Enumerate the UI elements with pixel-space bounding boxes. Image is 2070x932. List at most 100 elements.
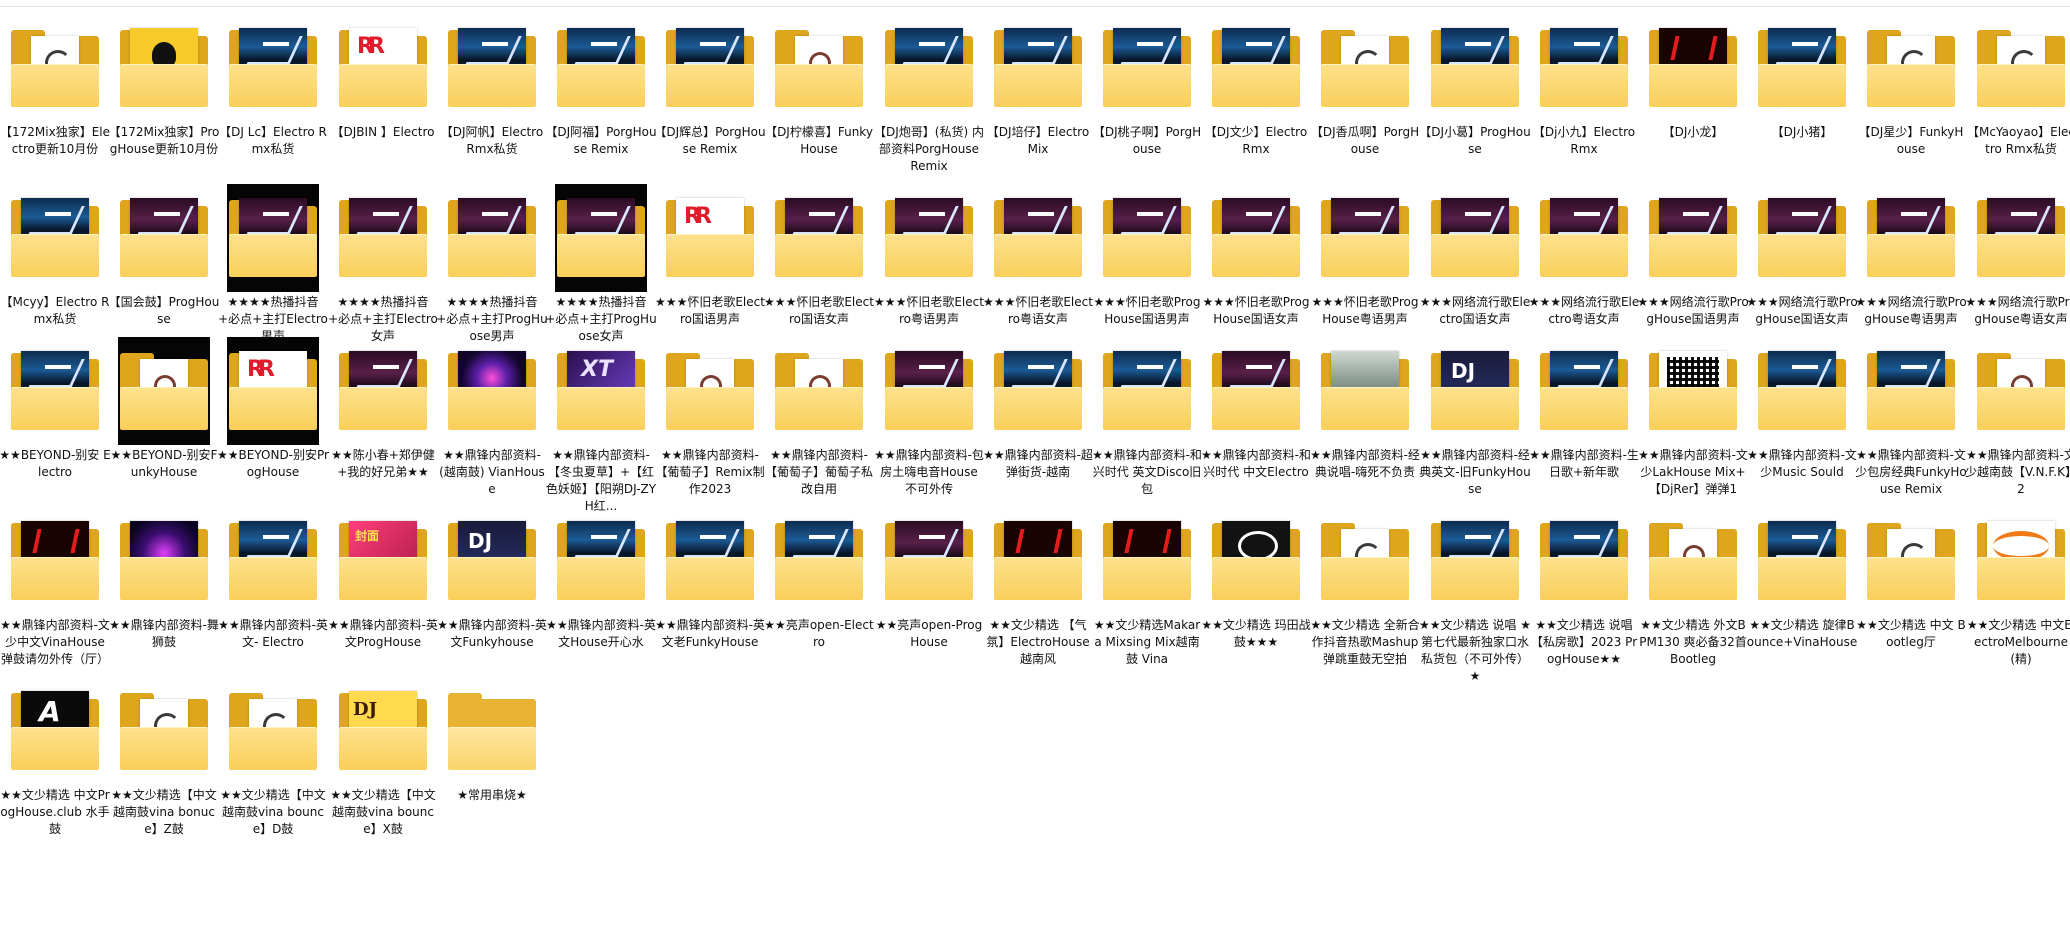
folder-item[interactable]: DJ ★★文少精选【中文越南鼓vina bounce】X鼓 (329, 677, 437, 838)
folder-item[interactable]: ★★鼎锋内部资料-生日歌+新年歌 (1529, 337, 1639, 481)
folder-item[interactable]: DJ ★★鼎锋内部资料-经典英文-旧FunkyHouse (1419, 337, 1531, 498)
folder-item[interactable]: 【DJ阿帆】Electro Rmx私货 (438, 14, 546, 158)
folder-item[interactable]: ★★文少精选 旋律Bounce+VinaHouse (1747, 507, 1857, 651)
folder-item[interactable]: ★★★网络流行歌ProgHouse国语女声 (1746, 184, 1858, 328)
folder-item[interactable]: 【172Mix独家】ProgHouse更新10月份 (109, 14, 219, 158)
folder-item[interactable]: RR 【DJBIN 】Electro (329, 14, 437, 141)
folder-item[interactable]: 封面 ★★鼎锋内部资料-英文ProgHouse (328, 507, 438, 651)
folder-item[interactable]: A ★★文少精选 中文ProgHouse.club 水手鼓 (0, 677, 110, 838)
folder-item[interactable]: ★★文少精选【中文越南鼓vina bonuce】Z鼓 (110, 677, 218, 838)
folder-item[interactable]: 【DJ辉总】PorgHouse Remix (654, 14, 766, 158)
folder-item[interactable]: 【Dj小九】Electro Rmx (1530, 14, 1638, 158)
folder-item[interactable]: ★★★怀旧老歌Electro粤语女声 (983, 184, 1093, 328)
folder-item[interactable]: ★★★怀旧老歌ProgHouse国语男声 (1093, 184, 1201, 328)
folder-item[interactable]: 【DJ阿福】PorgHouse Remix (545, 14, 657, 158)
folder-name: ★★★网络流行歌ProgHouse国语女声 (1746, 295, 1858, 326)
folder-item[interactable]: ★★文少精选 外文BPM130 爽必备32首 Bootleg (1639, 507, 1747, 668)
folder-item[interactable]: 【DJ炮哥】(私货) 内部资料PorgHouse Remix (874, 14, 984, 175)
folder-item[interactable]: ★★鼎锋内部资料-和兴时代 中文Electro (1201, 337, 1311, 481)
folder-item[interactable]: ★★鼎锋内部资料-英文老FunkyHouse (655, 507, 765, 651)
folder-item[interactable]: ★★★怀旧老歌ProgHouse粤语男声 (1311, 184, 1419, 328)
folder-item[interactable]: ★★陈小春+郑伊健+我的好兄弟★★ (329, 337, 437, 481)
folder-item[interactable]: ★★★★热播抖音+必点+主打Electro男声 (218, 184, 328, 345)
folder-item[interactable]: 【DJ小龙】 (1639, 14, 1747, 141)
folder-item[interactable]: ★★亮声open-Electro (764, 507, 874, 651)
folder-item[interactable]: ★★鼎锋内部资料-包房土嗨电音House 不可外传 (874, 337, 984, 498)
folder-item[interactable]: 【国会鼓】ProgHouse (108, 184, 220, 328)
folder-name: ★★亮声open-Electro (764, 618, 874, 649)
folder-icon (219, 14, 327, 122)
folder-name: ★★BEYOND-别安 Electro (0, 448, 111, 479)
folder-item[interactable]: ★★鼎锋内部资料-(越南鼓) VianHouse (438, 337, 546, 498)
folder-item[interactable]: ★★鼎锋内部资料-文少包房经典FunkyHouse Remix (1855, 337, 1967, 498)
folder-name: ★★文少精选【中文越南鼓vina bounce】D鼓 (220, 788, 326, 836)
folder-icon: A (11, 689, 99, 770)
folder-item[interactable]: ★★鼎锋内部资料-文少越南鼓【V.N.F.K】2 (1965, 337, 2070, 498)
folder-item[interactable]: ★★文少精选【中文越南鼓vina bounce】D鼓 (219, 677, 327, 838)
folder-icon (1, 337, 109, 445)
folder-item[interactable]: 【172Mix独家】Electro更新10月份 (0, 14, 110, 158)
folder-item[interactable]: ★★★怀旧老歌Electro粤语男声 (874, 184, 984, 328)
folder-item[interactable]: RR ★★★怀旧老歌Electro国语男声 (655, 184, 765, 328)
folder-item[interactable]: ★★鼎锋内部资料-英文House开心水 (546, 507, 656, 651)
folder-item[interactable]: ★★鼎锋内部资料-经典说唱-嗨死不负责 (1310, 337, 1420, 481)
folder-item[interactable]: ★★鼎锋内部资料-舞狮鼓 (109, 507, 219, 651)
folder-item[interactable]: ★★文少精选 中文ElectroMelbourne(精) (1967, 507, 2070, 668)
folder-item[interactable]: ★★BEYOND-别安 Electro (0, 337, 111, 481)
folder-item[interactable]: 【DJ小猪】 (1748, 14, 1856, 141)
folder-item[interactable]: XT ★★鼎锋内部资料-【冬虫夏草】+【红色妖姬】【阳朔DJ-ZYH红... (546, 337, 656, 515)
folder-name: ★★文少精选【中文越南鼓vina bonuce】Z鼓 (111, 788, 217, 836)
folder-item[interactable]: ★★文少精选 说唱【私房歌】2023 ProgHouse★★ (1530, 507, 1638, 668)
folder-item[interactable]: ★★鼎锋内部资料-文少中文VinaHouse 弹鼓请勿外传（厅） (0, 507, 110, 668)
folder-icon (1311, 14, 1419, 122)
folder-item[interactable]: 【DJ桃子啊】PorgHouse (1093, 14, 1201, 158)
folder-item[interactable]: 【DJ Lc】Electro Rmx私货 (219, 14, 327, 158)
folder-item[interactable]: ★★★怀旧老歌ProgHouse国语女声 (1202, 184, 1310, 328)
folder-item[interactable]: ★★文少精选Makara Mixsing Mix越南鼓 Vina (1093, 507, 1201, 668)
folder-item[interactable]: 【DJ星少】FunkyHouse (1857, 14, 1965, 158)
folder-item[interactable]: ★★鼎锋内部资料-【葡萄子】葡萄子私改自用 (765, 337, 873, 498)
folder-name: 【国会鼓】ProgHouse (108, 295, 220, 326)
folder-item[interactable]: 【McYaoyao】Electro Rmx私货 (1967, 14, 2070, 158)
folder-item[interactable]: 【DJ小葛】ProgHouse (1419, 14, 1531, 158)
folder-item[interactable]: ★★鼎锋内部资料-和兴时代 英文Disco旧包 (1092, 337, 1202, 498)
folder-item[interactable]: ★★★★热播抖音+必点+主打ProgHuose女声 (545, 184, 657, 345)
folder-icon (1867, 196, 1955, 277)
folder-item[interactable]: 【DJ文少】Electro Rmx (1202, 14, 1310, 158)
folder-item[interactable]: ★★★★热播抖音+必点+主打Electro女声 (328, 184, 438, 345)
folder-item[interactable]: ★★文少精选 说唱 ★第七代最新独家口水私货包（不可外传）★ (1419, 507, 1531, 685)
folder-item[interactable]: ★★BEYOND-别安FunkyHouse (110, 337, 218, 481)
folder-icon (1649, 349, 1737, 430)
folder-item[interactable]: 【DJ香瓜啊】PorgHouse (1311, 14, 1419, 158)
folder-item[interactable]: ★★文少精选 玛田战鼓★★★ (1201, 507, 1311, 651)
folder-icon (1202, 184, 1310, 292)
folder-item[interactable]: ★★★怀旧老歌Electro国语女声 (764, 184, 874, 328)
folder-item[interactable]: ★★★★热播抖音+必点+主打ProgHuose男声 (436, 184, 548, 345)
folder-item[interactable]: ★★文少精选 全新合作抖音热歌Mashup 弹跳重鼓无空拍 (1310, 507, 1420, 668)
folder-item[interactable]: ★★★网络流行歌ProgHouse粤语女声 (1965, 184, 2070, 328)
folder-item[interactable]: ★★亮声open-ProgHouse (875, 507, 983, 651)
folder-item[interactable]: 【DJ柠檬喜】FunkyHouse (765, 14, 873, 158)
folder-icon (1649, 26, 1737, 107)
folder-item[interactable]: ★★鼎锋内部资料-超弹街货-越南 (983, 337, 1093, 481)
folder-item[interactable]: RR ★★BEYOND-别安ProgHouse (217, 337, 329, 481)
folder-item[interactable]: ★★鼎锋内部资料-文少Music Sould (1747, 337, 1857, 481)
folder-icon (1093, 14, 1201, 122)
folder-item[interactable]: ★★鼎锋内部资料-【葡萄子】Remix制作2023 (655, 337, 765, 498)
folder-item[interactable]: ★★文少精选 中文 Bootleg厅 (1856, 507, 1966, 651)
folder-item[interactable]: ★★★网络流行歌Electro国语女声 (1419, 184, 1531, 328)
folder-item[interactable]: ★★文少精选 【气氛】ElectroHouse越南风 (984, 507, 1092, 668)
folder-item[interactable]: ★★★网络流行歌ProgHouse国语男声 (1637, 184, 1749, 328)
folder-item[interactable]: ★★鼎锋内部资料-英文- Electro (218, 507, 328, 651)
folder-icon (557, 196, 645, 277)
folder-item[interactable]: ★★★网络流行歌Electro粤语女声 (1529, 184, 1639, 328)
folder-item[interactable]: 【DJ培仔】Electro Mix (984, 14, 1092, 158)
folder-item[interactable]: ★常用串烧★ (438, 677, 546, 804)
folder-item[interactable]: ★★鼎锋内部资料-文少LakHouse Mix+【DjRer】弹弹1 (1638, 337, 1748, 498)
folder-name: ★★★网络流行歌Electro国语女声 (1419, 295, 1531, 326)
folder-item[interactable]: ★★★网络流行歌ProgHouse粤语男声 (1855, 184, 1967, 328)
folder-item[interactable]: DJ ★★鼎锋内部资料-英文Funkyhouse (437, 507, 547, 651)
folder-icon (984, 184, 1092, 292)
folder-item[interactable]: 【Mcyy】Electro Rmx私货 (1, 184, 109, 328)
folder-icon (1530, 14, 1638, 122)
